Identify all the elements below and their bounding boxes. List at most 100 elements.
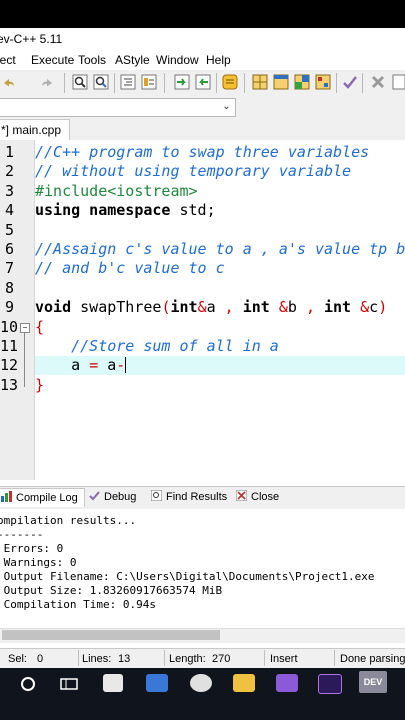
line-number-gutter: 1 2 3 4 5 6 7 8 9 10 11 12 13− — [0, 140, 35, 480]
code-token: & — [197, 298, 207, 317]
split-view-icon[interactable] — [273, 74, 289, 90]
tab-find-results[interactable]: Find Results — [150, 488, 227, 506]
status-sel-label: Sel: — [8, 653, 27, 665]
code-token: , — [224, 298, 243, 317]
line-number: 13 — [0, 375, 19, 394]
file-explorer-icon[interactable] — [103, 674, 123, 692]
layout-icon[interactable] — [294, 74, 310, 90]
code-line: //Store sum of all in a — [35, 337, 279, 356]
line-number: 6 — [4, 240, 14, 258]
code-line: // and b'c value to c — [35, 259, 225, 278]
menu-window[interactable]: Window — [156, 53, 199, 67]
code-token: //Store sum of all in a — [71, 337, 279, 355]
premiere-icon[interactable] — [318, 674, 342, 694]
toolbar-separator — [362, 73, 363, 93]
line-number: 11 — [0, 337, 19, 355]
log-line: Warnings: 0 — [0, 556, 77, 569]
code-token: #include<iostream> — [35, 181, 198, 200]
task-view-icon[interactable] — [60, 676, 78, 697]
status-divider — [264, 650, 265, 666]
code-token: // without using temporary variable — [35, 162, 352, 181]
undo-icon[interactable] — [2, 75, 16, 91]
fold-line — [24, 332, 25, 387]
status-message: Done parsing — [340, 653, 405, 665]
toolbar-separator — [164, 73, 165, 93]
chevron-down-icon[interactable]: ⌄ — [220, 99, 233, 114]
tab-debug[interactable]: Debug — [89, 488, 136, 506]
code-token: c — [369, 298, 379, 317]
code-token: using namespace — [35, 201, 180, 220]
scrollbar-thumb[interactable] — [2, 630, 220, 640]
chrome-icon[interactable] — [190, 674, 212, 692]
unindent-icon[interactable] — [141, 74, 157, 90]
compile-icon[interactable] — [222, 74, 238, 90]
toolbar-separator — [64, 73, 65, 93]
code-line: a = a- — [35, 356, 127, 375]
toolbar-separator — [114, 73, 115, 93]
code-token: a — [206, 298, 225, 317]
toolbar-separator — [244, 73, 245, 93]
status-divider — [164, 650, 165, 666]
tab-main-cpp[interactable]: *] main.cpp — [0, 119, 71, 141]
code-token: // and b'c value to c — [35, 259, 225, 278]
line-number: 4 — [4, 201, 14, 220]
grid-view-icon[interactable] — [252, 74, 268, 90]
status-lines-value: 13 — [118, 653, 131, 665]
code-line: void swapThree(int&a , int &b , int &c) — [35, 298, 387, 317]
log-line: ------- — [0, 528, 44, 541]
visual-studio-icon[interactable] — [276, 674, 298, 692]
code-token: & — [360, 298, 370, 317]
log-line: Compilation Time: 0.94s — [0, 598, 156, 611]
tab-compile-log[interactable]: Compile Log — [0, 488, 85, 507]
tile-icon[interactable] — [315, 74, 331, 90]
log-line: ompilation results... — [0, 514, 137, 527]
screen-top-band — [0, 0, 405, 28]
check-icon — [89, 489, 100, 501]
function-dropdown[interactable] — [0, 98, 236, 117]
check-icon[interactable] — [342, 74, 358, 90]
edge-icon[interactable] — [146, 674, 168, 692]
tab-compile-log-label: Compile Log — [16, 492, 78, 504]
indent-icon[interactable] — [120, 74, 136, 90]
line-number: 3 — [4, 181, 14, 200]
code-token: void — [35, 298, 81, 317]
tab-debug-label: Debug — [104, 491, 137, 503]
code-token: { — [35, 317, 45, 336]
menu-bar: ject Execute Tools AStyle Window Help — [0, 50, 405, 71]
menu-execute[interactable]: Execute — [31, 53, 74, 67]
close-project-icon[interactable] — [370, 74, 386, 90]
devcpp-taskbar-icon[interactable]: DEV — [359, 671, 387, 693]
text-caret — [125, 357, 127, 374]
code-token: //Assaign c's value to a , a's value tp … — [35, 240, 405, 258]
code-token: = — [89, 356, 108, 375]
toolbar-separator — [216, 73, 217, 93]
replace-icon[interactable] — [93, 74, 109, 90]
toolbar — [0, 70, 405, 97]
goto-icon[interactable] — [174, 74, 190, 90]
status-bar: Sel: 0 Lines: 13 Length: 270 Insert Done… — [0, 648, 405, 669]
delete-icon[interactable] — [392, 74, 405, 90]
menu-astyle[interactable]: AStyle — [115, 53, 150, 67]
bookmark-icon[interactable] — [195, 74, 211, 90]
code-token: , — [305, 298, 324, 317]
search-icon[interactable] — [20, 676, 36, 697]
fold-toggle[interactable]: − — [20, 322, 30, 333]
code-token: swapThree — [80, 298, 162, 317]
code-token: std; — [179, 201, 216, 220]
code-token: a — [107, 356, 117, 375]
folder-icon[interactable] — [233, 674, 255, 692]
redo-icon[interactable] — [40, 75, 54, 91]
code-token: & — [278, 298, 288, 317]
search-icon[interactable] — [72, 74, 88, 90]
code-line: } — [35, 376, 44, 395]
line-number: 7 — [4, 259, 14, 278]
log-line: Output Size: 1.83260917663574 MiB — [0, 584, 223, 597]
tab-close[interactable]: Close — [235, 488, 280, 506]
menu-help[interactable]: Help — [206, 53, 231, 67]
menu-project[interactable]: ject — [0, 53, 16, 67]
status-divider — [78, 650, 79, 666]
menu-tools[interactable]: Tools — [78, 53, 106, 67]
tab-close-label: Close — [251, 491, 280, 503]
line-number: 2 — [4, 162, 14, 181]
